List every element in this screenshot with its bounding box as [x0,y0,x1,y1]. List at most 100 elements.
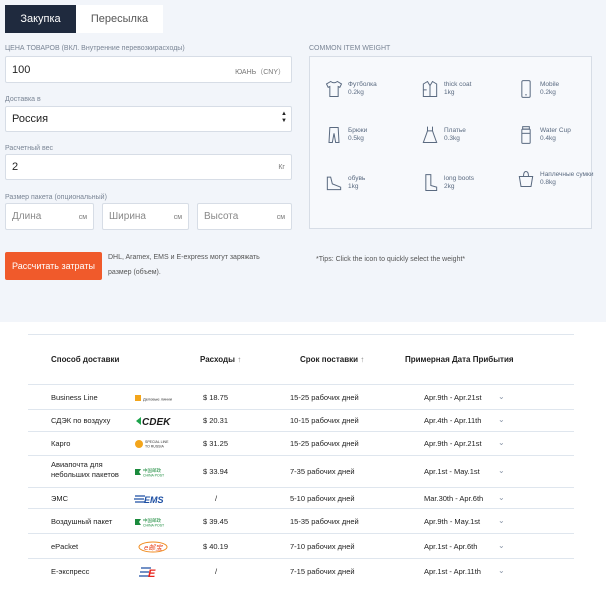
weight-item-weight: 1kg [444,89,455,96]
table-row[interactable]: E-экспресс E / 7-15 рабочих дней Apr.1st - A… [28,558,574,583]
table-row[interactable]: Карго SPECIAL LINE TO RUSSIA $ 31.25 15-25 р… [28,431,574,455]
destination-value: Россия [12,113,49,125]
header-term[interactable]: Срок поставки ↑ [300,355,364,364]
length-unit: см [78,214,87,221]
weight-item-boots[interactable]: long boots 2kg [420,173,510,193]
pants-icon [328,127,340,143]
logo-text: Деловые линии [143,397,172,402]
bag-icon [518,170,534,187]
chevron-down-icon[interactable]: ⌄ [498,493,505,502]
weight-item-cup[interactable]: Water Cup 0.4kg [516,125,606,145]
weight-item-coat[interactable]: thick coat 1kg [420,79,510,99]
logo-text: CDEK [142,417,171,428]
width-input[interactable]: Ширина см [102,203,189,230]
weight-item-name: Water Cup [540,127,571,134]
height-unit: см [276,214,285,221]
dimension-notice: DHL, Aramex, EMS и E-express могут заряж… [108,250,260,280]
cost-value: $ 20.31 [203,416,229,425]
notice-line-1: DHL, Aramex, EMS и E-express могут заряж… [108,254,260,261]
chevron-down-icon[interactable]: ⌄ [498,415,505,424]
header-arrival: Примерная Дата Прибытия [405,355,514,364]
mode-tabs: Закупка Пересылка [5,5,163,33]
arrival-value: Apr.4th - Apr.11th [424,416,482,425]
weight-item-mobile[interactable]: Mobile 0.2kg [516,79,606,99]
cost-value: $ 18.75 [203,393,229,402]
cdek-logo: CDEK [133,414,173,428]
chevron-down-icon[interactable]: ⌄ [498,466,505,475]
table-row[interactable]: ЭМС EMS / 5-10 рабочих дней Mar.30th - Apr.6… [28,487,574,508]
header-cost[interactable]: Расходы ↑ [200,355,241,364]
logo-text: CHINA POST [143,524,165,528]
logo-text: e邮宝 [144,544,163,552]
logo-text: EMS [144,495,164,505]
weight-item-name: обувь [348,175,366,182]
cup-icon [521,126,531,144]
calculate-button[interactable]: Рассчитать затраты [5,252,102,280]
cost-value: / [215,494,218,503]
chevron-down-icon[interactable]: ⌄ [498,541,505,550]
arrival-value: Apr.9th - May.1st [424,517,481,526]
weight-input[interactable]: 2 Кг [5,154,292,180]
cost-value: $ 40.19 [203,542,229,551]
weight-item-weight: 0.8kg [540,179,556,186]
weight-item-tshirt[interactable]: Футболка 0.2kg [324,79,414,99]
destination-label: Доставка в [5,96,41,103]
calculator-panel: Закупка Пересылка ЦЕНА ТОВАРОВ (ВКЛ. Вну… [0,0,606,322]
method-name: СДЭК по воздуху [51,416,111,425]
tab-forwarding[interactable]: Пересылка [76,5,163,33]
sort-arrow-icon: ↑ [237,355,242,364]
weight-item-name: Наплечные сумки [540,171,594,178]
cost-value: $ 39.45 [203,517,229,526]
arrival-value: Apr.9th - Apr.21st [424,393,482,402]
header-term-label: Срок поставки [300,355,359,364]
weight-unit: Кг [278,164,285,171]
weight-item-dress[interactable]: Платье 0.3kg [420,125,510,145]
boots-icon [425,174,438,191]
chevron-down-icon[interactable]: ⌄ [498,516,505,525]
weight-item-bag[interactable]: Наплечные сумки 0.8kg [516,169,606,189]
sort-arrow-icon: ↑ [360,355,365,364]
weight-item-shoe[interactable]: обувь 1kg [324,173,414,193]
table-row[interactable]: ePacket e邮宝 $ 40.19 7-10 рабочих дней Apr.1s… [28,533,574,558]
weight-item-name: Футболка [348,81,377,88]
ems-logo: EMS [133,492,173,506]
arrival-value: Apr.1st - May.1st [424,467,480,476]
chevron-down-icon[interactable]: ⌄ [498,566,505,575]
length-placeholder: Длина [12,211,42,222]
method-name: ePacket [51,542,79,551]
weight-item-weight: 0.2kg [540,89,556,96]
height-input[interactable]: Высота см [197,203,292,230]
method-name: Авиапочта для небольших пакетов [51,460,119,479]
weight-label: Расчетный вес [5,145,54,152]
method-name: ЭМС [51,494,69,503]
table-row[interactable]: Авиапочта для небольших пакетов 中国邮政 CHINA… [28,455,574,487]
chevron-down-icon[interactable]: ⌄ [498,438,505,447]
tab-purchase[interactable]: Закупка [5,5,76,33]
arrival-value: Apr.1st - Apr.11th [424,567,481,576]
term-value: 15-25 рабочих дней [290,439,359,448]
destination-select[interactable]: Россия ▲ ▼ [5,106,292,132]
height-placeholder: Высота [204,211,239,222]
china-post-logo: 中国邮政 CHINA POST [133,515,173,529]
e-express-logo: E [133,565,173,580]
length-input[interactable]: Длина см [5,203,94,230]
price-input[interactable]: 100 ЮАНЬ（CNY） [5,56,292,83]
weight-item-weight: 0.4kg [540,135,556,142]
common-weight-title: COMMON ITEM WEIGHT [309,45,391,52]
shoe-icon [326,176,342,191]
epacket-logo: e邮宝 [133,540,173,554]
table-row[interactable]: Business Line Деловые линии $ 18.75 15-25 р… [28,384,574,409]
header-method: Способ доставки [51,355,120,364]
logo-text: CHINA POST [143,474,165,478]
weight-item-name: thick coat [444,81,472,88]
header-cost-label: Расходы [200,355,235,364]
logo-text: TO RUSSIA [145,445,164,449]
weight-item-name: long boots [444,175,474,182]
chevron-down-icon[interactable]: ⌄ [498,392,505,401]
tips-text: *Tips: Click the icon to quickly select … [316,256,466,263]
table-row[interactable]: Воздушный пакет 中国邮政 CHINA POST $ 39.45 15-3… [28,508,574,533]
weight-item-pants[interactable]: Брюки 0.5kg [324,125,414,145]
common-weight-panel: Футболка 0.2kg thick coat 1kg Mobile 0.2kg … [309,56,593,229]
table-row[interactable]: СДЭК по воздуху CDEK $ 20.31 10-15 рабочих … [28,409,574,431]
width-unit: см [173,214,182,221]
